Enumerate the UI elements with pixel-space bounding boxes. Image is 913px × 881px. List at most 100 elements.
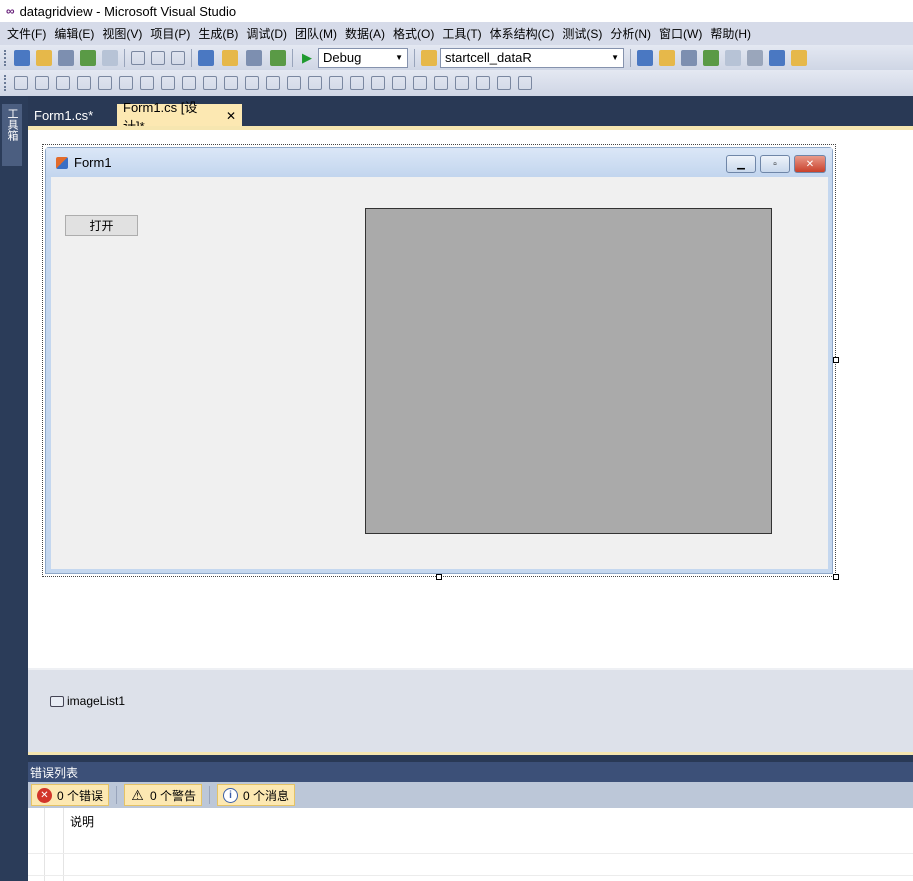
close-button[interactable]: ✕ <box>794 155 826 173</box>
resize-handle-right[interactable] <box>833 357 839 363</box>
chevron-down-icon: ▼ <box>395 53 403 62</box>
menu-item[interactable]: 团队(M) <box>291 25 341 42</box>
play-icon[interactable]: ▶ <box>299 50 315 66</box>
layout-toolbar <box>0 70 913 96</box>
menu-item[interactable]: 编辑(E) <box>50 25 98 42</box>
form1-window[interactable]: Form1 ▁ ▫ ✕ 打开 <box>45 147 833 574</box>
menu-item[interactable]: 体系结构(C) <box>486 25 559 42</box>
error-list-header: 错误列表 <box>28 762 913 782</box>
menu-item[interactable]: 生成(B) <box>194 25 242 42</box>
object-browser-icon[interactable] <box>681 49 697 66</box>
column-header-description[interactable]: 说明 <box>70 813 94 830</box>
command-window-icon[interactable] <box>791 49 807 66</box>
undo-icon[interactable] <box>198 49 214 66</box>
find-in-files-icon[interactable] <box>421 49 437 66</box>
size-to-grid-icon[interactable] <box>224 76 238 90</box>
resize-handle-bottom[interactable] <box>436 574 442 580</box>
save-all-icon[interactable] <box>102 49 118 66</box>
save-icon[interactable] <box>80 49 96 66</box>
align-grid-icon[interactable] <box>14 76 28 90</box>
align-bottoms-icon[interactable] <box>140 76 154 90</box>
row-divider <box>28 875 913 876</box>
tab-form1-code[interactable]: Form1.cs* <box>28 104 99 127</box>
navigate-back-icon[interactable] <box>246 49 262 66</box>
toolbox-tab[interactable]: 工具箱 <box>2 104 22 166</box>
menu-item[interactable]: 分析(N) <box>606 25 655 42</box>
bring-to-front-icon[interactable] <box>455 76 469 90</box>
tools-icon[interactable] <box>725 49 741 66</box>
h-spacing-increase-icon[interactable] <box>266 76 280 90</box>
resize-handle-corner[interactable] <box>833 574 839 580</box>
align-rights-icon[interactable] <box>77 76 91 90</box>
solution-config-dropdown[interactable]: Debug ▼ <box>318 47 408 68</box>
form-title: Form1 <box>74 155 112 170</box>
v-spacing-remove-icon[interactable] <box>392 76 406 90</box>
column-divider <box>44 808 45 881</box>
paste-icon[interactable] <box>171 50 185 65</box>
toolbar-grip[interactable] <box>4 75 7 91</box>
warning-icon: ⚠ <box>131 786 144 803</box>
component-label: imageList1 <box>67 694 126 708</box>
form-client-area: 打开 <box>51 177 828 569</box>
align-centers-icon[interactable] <box>56 76 70 90</box>
errors-filter-button[interactable]: ✕ 0 个错误 <box>31 784 110 806</box>
align-middles-icon[interactable] <box>119 76 133 90</box>
solution-explorer-icon[interactable] <box>637 49 653 66</box>
imagelist-component[interactable]: imageList1 <box>50 694 125 708</box>
class-view-icon[interactable] <box>769 49 785 66</box>
menu-bar: 文件(F) 编辑(E) 视图(V) 项目(P) 生成(B) 调试(D) 团队(M) 数据(A)… <box>0 22 913 45</box>
menu-item[interactable]: 视图(V) <box>98 25 146 42</box>
config-value: Debug <box>323 50 362 65</box>
menu-item[interactable]: 数据(A) <box>341 25 389 42</box>
h-spacing-remove-icon[interactable] <box>308 76 322 90</box>
same-size-icon[interactable] <box>203 76 217 90</box>
send-to-back-icon[interactable] <box>476 76 490 90</box>
lock-controls-icon[interactable] <box>518 76 532 90</box>
tab-form1-design[interactable]: Form1.cs [设计]*✕ <box>117 100 242 134</box>
maximize-button[interactable]: ▫ <box>760 155 790 173</box>
form-icon <box>56 156 68 169</box>
open-button[interactable]: 打开 <box>65 215 138 236</box>
properties-icon[interactable] <box>659 49 675 66</box>
same-height-icon[interactable] <box>182 76 196 90</box>
picture-box[interactable] <box>365 208 772 534</box>
open-folder-icon[interactable] <box>58 49 74 66</box>
menu-item[interactable]: 窗口(W) <box>655 25 706 42</box>
messages-filter-button[interactable]: i 0 个消息 <box>217 784 296 806</box>
menu-item[interactable]: 项目(P) <box>146 25 194 42</box>
same-width-icon[interactable] <box>161 76 175 90</box>
align-lefts-icon[interactable] <box>35 76 49 90</box>
menu-item[interactable]: 测试(S) <box>558 25 606 42</box>
redo-icon[interactable] <box>222 49 238 66</box>
extension-icon[interactable] <box>747 49 763 66</box>
warnings-filter-button[interactable]: ⚠ 0 个警告 <box>124 784 203 806</box>
toolbox-icon[interactable] <box>703 49 719 66</box>
close-icon[interactable]: ✕ <box>226 109 236 123</box>
align-tops-icon[interactable] <box>98 76 112 90</box>
v-spacing-decrease-icon[interactable] <box>371 76 385 90</box>
messages-count: 0 个消息 <box>243 788 290 803</box>
find-combo[interactable]: startcell_dataR ▼ <box>440 47 624 68</box>
add-item-icon[interactable] <box>36 49 52 66</box>
tab-order-icon[interactable] <box>497 76 511 90</box>
component-tray: imageList1 <box>28 668 913 752</box>
h-spacing-equal-icon[interactable] <box>245 76 259 90</box>
menu-item[interactable]: 调试(D) <box>242 25 291 42</box>
cut-icon[interactable] <box>131 50 145 65</box>
center-vertically-icon[interactable] <box>434 76 448 90</box>
menu-item[interactable]: 帮助(H) <box>706 25 755 42</box>
menu-item[interactable]: 文件(F) <box>3 25 50 42</box>
new-project-icon[interactable] <box>14 49 30 66</box>
copy-icon[interactable] <box>151 50 165 65</box>
menu-item[interactable]: 工具(T) <box>438 25 485 42</box>
menu-item[interactable]: 格式(O) <box>389 25 438 42</box>
vs-logo-icon: ∞ <box>6 4 15 18</box>
toolbar-grip[interactable] <box>4 49 7 66</box>
minimize-button[interactable]: ▁ <box>726 155 756 173</box>
navigate-forward-icon[interactable] <box>270 49 286 66</box>
h-spacing-decrease-icon[interactable] <box>287 76 301 90</box>
chevron-down-icon: ▼ <box>611 53 619 62</box>
v-spacing-equal-icon[interactable] <box>329 76 343 90</box>
center-horizontally-icon[interactable] <box>413 76 427 90</box>
v-spacing-increase-icon[interactable] <box>350 76 364 90</box>
